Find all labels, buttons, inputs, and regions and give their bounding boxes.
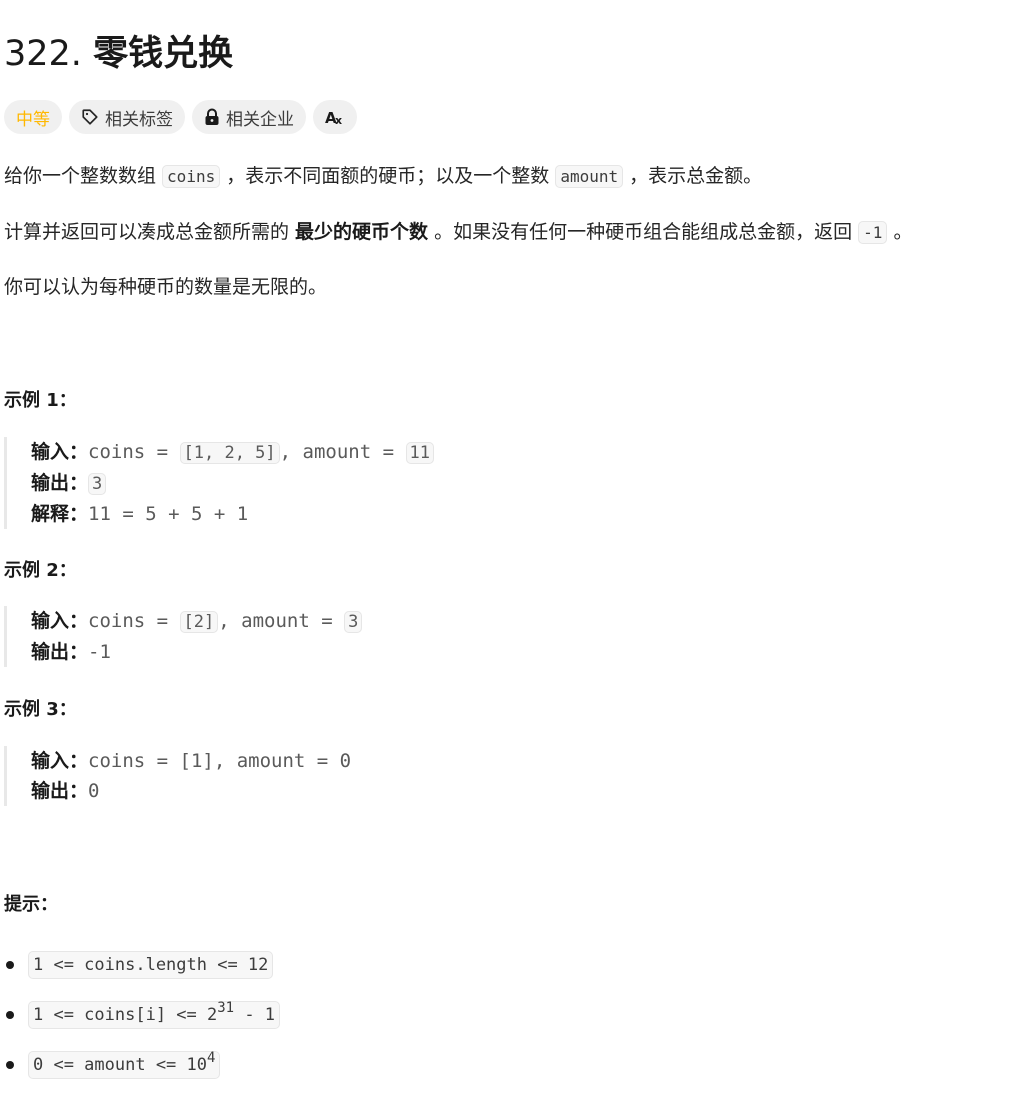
superscript: 31 bbox=[217, 1000, 235, 1016]
constraint-code: 1 <= coins[i] <= 231 - 1 bbox=[28, 1000, 281, 1029]
example-2-input: 输入：coins = [2], amount = 3 bbox=[31, 606, 363, 637]
problem-number: 322. bbox=[4, 34, 82, 74]
text: coins = bbox=[88, 610, 180, 632]
lock-icon bbox=[204, 108, 220, 126]
example-2-heading: 示例 2： bbox=[4, 560, 77, 581]
text: 给你一个整数数组 bbox=[4, 165, 163, 187]
text: 1 <= coins.length <= 12 bbox=[33, 955, 269, 975]
difficulty-label: 中等 bbox=[16, 109, 50, 130]
inline-code-amount: amount bbox=[555, 165, 624, 188]
explain-label: 解释： bbox=[31, 503, 89, 525]
text: 计算并返回可以凑成总金额所需的 bbox=[4, 221, 296, 243]
svg-text:x: x bbox=[335, 114, 342, 126]
text: , amount = bbox=[279, 441, 406, 463]
constraint-item: 1 <= coins[i] <= 231 - 1 bbox=[4, 990, 281, 1040]
constraint-code: 0 <= amount <= 104 bbox=[28, 1050, 221, 1079]
input-amount: 11 bbox=[405, 442, 434, 464]
output-value: 0 bbox=[88, 780, 100, 802]
problem-title: 322. 零钱兑换 bbox=[4, 30, 233, 78]
example-2-output: 输出：-1 bbox=[31, 637, 362, 667]
translate-button[interactable]: A x bbox=[313, 100, 357, 134]
example-3-output: 输出：0 bbox=[31, 776, 351, 806]
output-value: -1 bbox=[88, 641, 111, 663]
text: 0 <= amount <= 10 bbox=[33, 1055, 207, 1075]
example-2-block: 输入：coins = [2], amount = 3 输出：-1 bbox=[4, 606, 363, 667]
output-label: 输出： bbox=[31, 472, 89, 494]
input-coins: [1, 2, 5] bbox=[179, 442, 280, 464]
example-1-heading: 示例 1： bbox=[4, 390, 77, 411]
input-coins: [2] bbox=[179, 611, 219, 633]
related-companies-button[interactable]: 相关企业 bbox=[192, 100, 306, 134]
example-3-block: 输入：coins = [1], amount = 0 输出：0 bbox=[4, 746, 351, 806]
example-3-input: 输入：coins = [1], amount = 0 bbox=[31, 746, 351, 776]
related-companies-label: 相关企业 bbox=[226, 109, 294, 130]
related-tags-label: 相关标签 bbox=[105, 109, 173, 130]
input-value: coins = [1], amount = 0 bbox=[88, 750, 352, 772]
tag-icon bbox=[81, 108, 99, 126]
constraints-heading: 提示： bbox=[4, 894, 58, 915]
description-paragraph-3: 你可以认为每种硬币的数量是无限的。 bbox=[4, 276, 328, 298]
text: 1 <= coins[i] <= 2 bbox=[33, 1005, 218, 1025]
example-1-block: 输入：coins = [1, 2, 5], amount = 11 输出： 3 解… bbox=[4, 437, 434, 529]
example-1-explanation: 解释：11 = 5 + 5 + 1 bbox=[31, 499, 434, 529]
text: ，表示不同面额的硬币；以及一个整数 bbox=[220, 165, 556, 187]
input-amount: 3 bbox=[344, 611, 363, 633]
text: 。 bbox=[887, 221, 913, 243]
text: - 1 bbox=[234, 1005, 276, 1025]
input-label: 输入： bbox=[31, 750, 89, 772]
constraint-item: 0 <= amount <= 104 bbox=[4, 1040, 280, 1090]
inline-code-coins: coins bbox=[162, 165, 221, 188]
text: ，表示总金额。 bbox=[623, 165, 763, 187]
example-1-input: 输入：coins = [1, 2, 5], amount = 11 bbox=[31, 437, 434, 468]
inline-code-minus-one: -1 bbox=[858, 221, 888, 244]
superscript: 4 bbox=[207, 1050, 216, 1066]
translate-icon: A x bbox=[325, 108, 345, 126]
explain-value: 11 = 5 + 5 + 1 bbox=[88, 503, 249, 525]
constraint-item: 1 <= coins.length <= 12 bbox=[4, 940, 280, 990]
constraint-code: 1 <= coins.length <= 12 bbox=[28, 951, 274, 979]
example-3-heading: 示例 3： bbox=[4, 699, 77, 720]
output-label: 输出： bbox=[31, 780, 89, 802]
description-paragraph-1: 给你一个整数数组 coins ，表示不同面额的硬币；以及一个整数 amount … bbox=[4, 161, 762, 192]
bold-text: 最少的硬币个数 bbox=[295, 221, 429, 243]
input-label: 输入： bbox=[31, 441, 89, 463]
input-label: 输入： bbox=[31, 610, 89, 632]
difficulty-badge[interactable]: 中等 bbox=[4, 100, 62, 134]
text: coins = bbox=[88, 441, 180, 463]
tag-bar: 中等 相关标签 相关企业 A x bbox=[4, 100, 357, 134]
text: 。如果没有任何一种硬币组合能组成总金额，返回 bbox=[428, 221, 859, 243]
example-1-output: 输出： 3 bbox=[31, 468, 434, 499]
description-paragraph-2: 计算并返回可以凑成总金额所需的 最少的硬币个数 。如果没有任何一种硬币组合能组成… bbox=[4, 217, 912, 248]
related-tags-button[interactable]: 相关标签 bbox=[69, 100, 185, 134]
text: , amount = bbox=[218, 610, 345, 632]
problem-name: 零钱兑换 bbox=[93, 34, 234, 74]
output-value: 3 bbox=[88, 473, 107, 495]
constraints-list: 1 <= coins.length <= 12 1 <= coins[i] <=… bbox=[4, 940, 281, 1090]
output-label: 输出： bbox=[31, 641, 89, 663]
